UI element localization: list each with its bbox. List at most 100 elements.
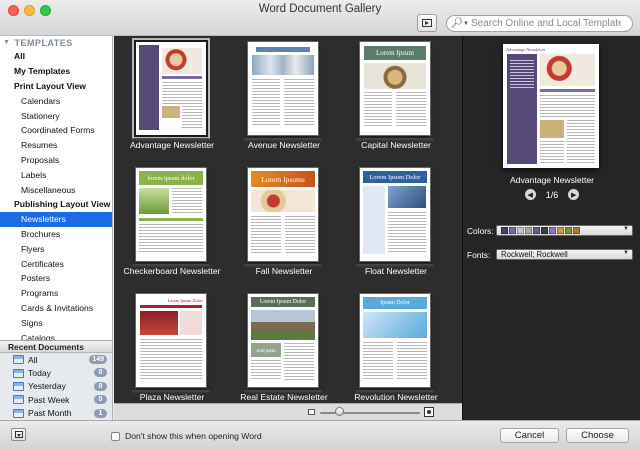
large-thumbnail-icon[interactable] bbox=[424, 407, 434, 417]
recent-item-today[interactable]: Today 0 bbox=[0, 366, 112, 379]
recent-item-label: Past Week bbox=[28, 394, 70, 405]
template-tile-capital[interactable]: Lorem Ipsum Capital Newsletter bbox=[338, 36, 454, 158]
disclosure-triangle-icon[interactable]: ▼ bbox=[3, 39, 10, 46]
dont-show-checkbox-row[interactable]: Don't show this when opening Word bbox=[111, 431, 262, 441]
sidebar-section-templates[interactable]: ▼ TEMPLATES bbox=[0, 36, 112, 49]
sidebar-item-my-templates[interactable]: My Templates bbox=[0, 64, 112, 79]
recent-item-yesterday[interactable]: Yesterday 0 bbox=[0, 380, 112, 393]
count-badge: 0 bbox=[94, 368, 107, 378]
template-tile-float[interactable]: Lorem Ipsum Dolor Float Newsletter bbox=[338, 162, 454, 284]
calendar-icon bbox=[13, 381, 24, 391]
preview-pager: ◀ 1/6 ▶ bbox=[463, 189, 640, 200]
calendar-icon bbox=[13, 368, 24, 378]
template-tile-avenue[interactable]: Avenue Newsletter bbox=[226, 36, 342, 158]
template-thumbnail[interactable]: Lorem Ipsum Dolor bbox=[136, 294, 206, 387]
dont-show-checkbox-label: Don't show this when opening Word bbox=[125, 431, 262, 441]
fonts-select[interactable]: Rockwell; Rockwell ▼ bbox=[496, 249, 633, 260]
color-swatch bbox=[565, 227, 572, 234]
calendar-icon bbox=[13, 355, 24, 365]
template-tile-advantage[interactable]: Advantage Newsletter bbox=[114, 36, 230, 158]
color-swatch bbox=[509, 227, 516, 234]
preview-template-name: Advantage Newsletter bbox=[509, 175, 595, 185]
template-thumbnail[interactable] bbox=[136, 42, 206, 135]
color-swatch bbox=[525, 227, 532, 234]
sidebar-item-coordinated-forms[interactable]: Coordinated Forms bbox=[0, 123, 112, 138]
template-tile-fall[interactable]: Lorem Ipsums Fall Newsletter bbox=[226, 162, 342, 284]
template-thumbnail[interactable]: Ipsum Dolor bbox=[360, 294, 430, 387]
sidebar-item-print-layout-view[interactable]: Print Layout View bbox=[0, 79, 112, 94]
sidebar-item-signs[interactable]: Signs bbox=[0, 315, 112, 330]
window-title: Word Document Gallery bbox=[258, 3, 382, 15]
color-swatch bbox=[541, 227, 548, 234]
cancel-button[interactable]: Cancel bbox=[500, 428, 559, 443]
recent-item-all[interactable]: All 149 bbox=[0, 353, 112, 366]
count-badge: 1 bbox=[94, 408, 107, 418]
sidebar-item-all[interactable]: All bbox=[0, 49, 112, 64]
chevron-down-icon: ▼ bbox=[623, 226, 629, 232]
search-field[interactable]: 🔎︎ ▼ bbox=[446, 15, 633, 32]
next-page-button[interactable]: ▶ bbox=[568, 189, 580, 200]
sidebar-item-cards-invitations[interactable]: Cards & Invitations bbox=[0, 301, 112, 316]
recent-item-label: Past Month bbox=[28, 408, 72, 419]
footer-bar: Don't show this when opening Word Cancel… bbox=[0, 420, 640, 450]
sidebar-item-programs[interactable]: Programs bbox=[0, 286, 112, 301]
hide-sidebar-button[interactable] bbox=[11, 428, 26, 441]
sidebar-item-miscellaneous[interactable]: Miscellaneous bbox=[0, 182, 112, 197]
sidebar-item-certificates[interactable]: Certificates bbox=[0, 256, 112, 271]
sidebar-item-calendars[interactable]: Calendars bbox=[0, 93, 112, 108]
template-gallery: Advantage Newsletter Avenue Newsletter L… bbox=[114, 36, 462, 403]
recent-item-past-week[interactable]: Past Week 0 bbox=[0, 393, 112, 406]
sidebar-item-brochures[interactable]: Brochures bbox=[0, 227, 112, 242]
template-name-label: Revolution Newsletter bbox=[354, 392, 438, 402]
recent-documents-header: Recent Documents bbox=[0, 341, 112, 353]
calendar-icon bbox=[13, 395, 24, 405]
show-preview-button[interactable] bbox=[417, 14, 437, 32]
fonts-label: Fonts: bbox=[467, 250, 491, 260]
color-swatch-row bbox=[501, 227, 581, 234]
color-swatch bbox=[533, 227, 540, 234]
color-swatch bbox=[501, 227, 508, 234]
template-tile-real-estate[interactable]: Lorem Ipsum Dolor Sed justo Real Estate … bbox=[226, 288, 342, 403]
preview-pane-icon bbox=[422, 19, 432, 27]
colors-select[interactable]: ▼ bbox=[496, 225, 633, 236]
word-document-gallery-window: Word Document Gallery 🔎︎ ▼ ▼ TEMPLATES A… bbox=[0, 0, 640, 450]
color-swatch bbox=[573, 227, 580, 234]
preview-panel: Advantage Newsletter Advantage Newslette… bbox=[462, 36, 640, 420]
chevron-down-icon: ▼ bbox=[463, 20, 469, 27]
chevron-down-icon: ▼ bbox=[623, 250, 629, 256]
sidebar-header-label: TEMPLATES bbox=[14, 37, 73, 48]
small-thumbnail-icon[interactable] bbox=[308, 409, 315, 415]
template-tile-checkerboard[interactable]: lorem ipsum dolor Checkerboard Newslette… bbox=[114, 162, 230, 284]
sidebar-item-posters[interactable]: Posters bbox=[0, 271, 112, 286]
recent-item-label: Today bbox=[28, 368, 51, 379]
template-tile-plaza[interactable]: Lorem Ipsum Dolor Plaza Newsletter bbox=[114, 288, 230, 403]
recent-documents-panel: Recent Documents All 149 Today 0 Yesterd… bbox=[0, 340, 113, 420]
sidebar-item-proposals[interactable]: Proposals bbox=[0, 153, 112, 168]
sidebar-item-newsletters[interactable]: Newsletters bbox=[0, 211, 112, 227]
template-thumbnail[interactable]: Lorem Ipsum bbox=[360, 42, 430, 135]
template-thumbnail[interactable]: Lorem Ipsums bbox=[248, 168, 318, 261]
sidebar-item-labels[interactable]: Labels bbox=[0, 167, 112, 182]
sidebar-item-catalogs[interactable]: Catalogs bbox=[0, 330, 112, 340]
template-thumbnail[interactable]: Lorem Ipsum Dolor bbox=[360, 168, 430, 261]
count-badge: 149 bbox=[89, 355, 107, 364]
sidebar-item-stationery[interactable]: Stationery bbox=[0, 108, 112, 123]
template-sidebar: ▼ TEMPLATES All My Templates Print Layou… bbox=[0, 36, 113, 340]
choose-button[interactable]: Choose bbox=[566, 428, 629, 443]
template-tile-revolution[interactable]: Ipsum Dolor Revolution Newsletter bbox=[338, 288, 454, 403]
previous-page-button[interactable]: ◀ bbox=[524, 189, 536, 200]
color-swatch bbox=[557, 227, 564, 234]
template-thumbnail[interactable]: Lorem Ipsum Dolor Sed justo bbox=[248, 294, 318, 387]
dont-show-checkbox[interactable] bbox=[111, 431, 120, 441]
sidebar-item-resumes[interactable]: Resumes bbox=[0, 138, 112, 153]
calendar-icon bbox=[13, 408, 24, 418]
search-input[interactable] bbox=[470, 18, 621, 29]
template-thumbnail[interactable]: lorem ipsum dolor bbox=[136, 168, 206, 261]
thumbnail-size-slider-knob[interactable] bbox=[335, 407, 344, 416]
recent-item-label: Yesterday bbox=[28, 381, 66, 392]
template-thumbnail[interactable] bbox=[248, 42, 318, 135]
sidebar-item-publishing-layout-view[interactable]: Publishing Layout View bbox=[0, 197, 112, 212]
sidebar-item-flyers[interactable]: Flyers bbox=[0, 241, 112, 256]
count-badge: 0 bbox=[94, 395, 107, 405]
recent-item-past-month[interactable]: Past Month 1 bbox=[0, 407, 112, 420]
